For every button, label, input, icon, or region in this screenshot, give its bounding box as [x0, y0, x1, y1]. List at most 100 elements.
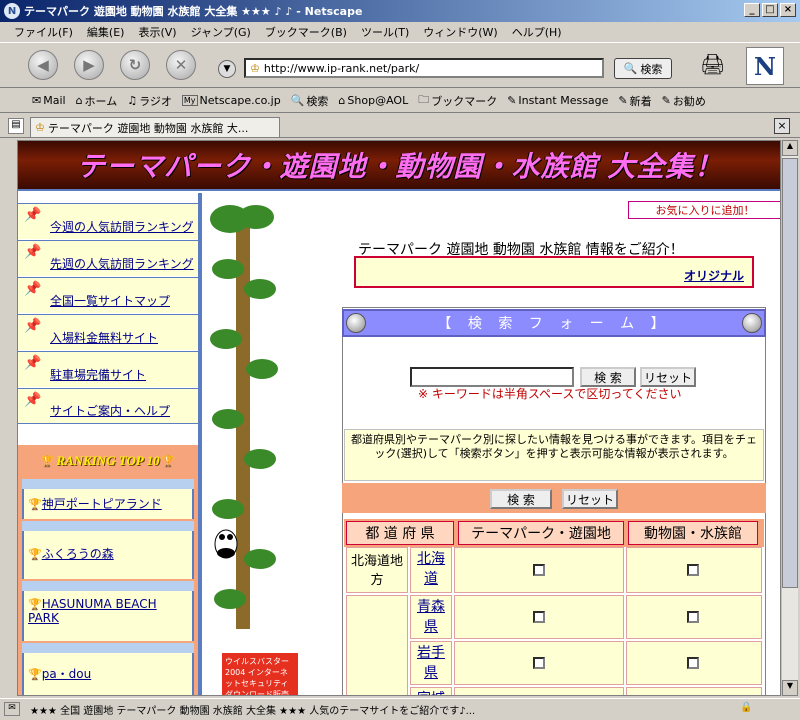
close-tab-button[interactable]: × [774, 118, 790, 134]
prefecture-link[interactable]: 岩手県 [417, 645, 445, 681]
search-form-header: 【 検 索 フ ォ ー ム 】 [342, 309, 766, 337]
menu-bookmarks[interactable]: ブックマーク(B) [265, 24, 347, 40]
history-dropdown-button[interactable]: ▼ [218, 60, 236, 78]
search-submit-button-2[interactable]: 検 索 [490, 489, 552, 509]
ranking-link[interactable]: HASUNUMA BEACH PARK [28, 597, 157, 625]
zoo-checkbox[interactable] [687, 611, 699, 623]
trophy-icon: 🏆 [28, 598, 42, 611]
menu-bar: ファイル(F) 編集(E) 表示(V) ジャンプ(G) ブックマーク(B) ツー… [0, 22, 800, 42]
bookmark-folder[interactable]: 🗀 ブックマーク [418, 91, 497, 110]
sidebar-item-free-admission[interactable]: 📌 入場料金無料サイト [18, 314, 198, 350]
tab-active[interactable]: ♔ テーマパーク 遊園地 動物園 水族館 大... [30, 117, 280, 137]
pushpin-icon: 📌 [24, 281, 42, 297]
ranking-title: RANKING TOP 10 [56, 453, 160, 468]
bookmark-netscape[interactable]: My Netscape.co.jp [181, 94, 281, 107]
header-zoo-aquarium: 動物園・水族館 [628, 521, 758, 545]
sidebar-item-parking[interactable]: 📌 駐車場完備サイト [18, 351, 198, 387]
url-field[interactable]: ♔ http://www.ip-rank.net/park/ [244, 58, 604, 78]
ranking-item[interactable]: 🏆ふくろうの森 [22, 531, 194, 579]
sidebar-link[interactable]: 今週の人気訪問ランキング [50, 218, 194, 235]
sidebar-link[interactable]: 入場料金無料サイト [50, 329, 158, 346]
theme-park-cell [454, 687, 624, 695]
netscape-logo[interactable]: N [746, 47, 784, 85]
zoo-checkbox[interactable] [687, 657, 699, 669]
window-titlebar: N テーマパーク 遊園地 動物園 水族館 大全集 ★★★ ♪ ♪ - Netsc… [0, 0, 800, 22]
theme-park-checkbox[interactable] [533, 564, 545, 576]
keyword-input[interactable] [410, 367, 574, 387]
page-content: テーマパーク・遊園地・動物園・水族館 大全集！ 📌 今週の人気訪問ランキング 📌 先… [17, 140, 781, 696]
ranking-link[interactable]: pa・dou [42, 667, 92, 681]
forward-button[interactable]: ▶ [74, 50, 104, 80]
new-tab-icon[interactable]: ▤ [8, 118, 24, 134]
reload-button[interactable]: ↻ [120, 50, 150, 80]
vertical-scrollbar[interactable]: ▲ ▼ [781, 140, 798, 696]
scroll-thumb[interactable] [782, 158, 798, 588]
bookmark-search[interactable]: 🔍 検索 [291, 93, 329, 109]
theme-park-checkbox[interactable] [533, 657, 545, 669]
close-button[interactable]: × [780, 3, 796, 17]
bookmark-label: ラジオ [139, 94, 172, 108]
search-reset-button[interactable]: リセット [640, 367, 696, 387]
sidebar-item-sitemap[interactable]: 📌 全国一覧サイトマップ [18, 277, 198, 313]
bookmark-mail[interactable]: ✉ Mail [32, 94, 66, 107]
bookmark-shop[interactable]: ⌂ Shop@AOL [338, 94, 408, 107]
scroll-up-icon[interactable]: ▲ [782, 140, 798, 156]
ranking-link[interactable]: 神戸ポートピアランド [42, 497, 162, 511]
bookmark-new[interactable]: ✎ 新着 [618, 93, 651, 109]
ranking-item[interactable]: 🏆HASUNUMA BEACH PARK [22, 591, 194, 641]
back-button[interactable]: ◀ [28, 50, 58, 80]
stop-icon: ✕ [174, 56, 188, 74]
sidebar-link[interactable]: 先週の人気訪問ランキング [50, 255, 194, 272]
maximize-button[interactable]: □ [762, 3, 778, 17]
pushpin-icon: 📌 [24, 207, 42, 223]
banner-title: テーマパーク・遊園地・動物園・水族館 大全集！ [76, 151, 724, 182]
prefecture-link[interactable]: 宮城 [417, 691, 445, 695]
theme-park-cell [454, 641, 624, 685]
sidebar-link[interactable]: 駐車場完備サイト [50, 366, 146, 383]
bookmark-label: ブックマーク [431, 94, 498, 108]
bookmark-label: Mail [43, 94, 66, 107]
prefecture-link[interactable]: 青森県 [417, 599, 445, 635]
ranking-item[interactable]: 🏆pa・dou [22, 653, 194, 695]
menu-file[interactable]: ファイル(F) [14, 24, 73, 40]
site-favicon-icon: ♔ [250, 61, 260, 75]
menu-edit[interactable]: 編集(E) [87, 24, 125, 40]
ranking-link[interactable]: ふくろうの森 [42, 547, 114, 561]
theme-park-checkbox[interactable] [533, 611, 545, 623]
search-button-row [342, 483, 766, 513]
stop-button[interactable]: ✕ [166, 50, 196, 80]
sidebar-item-weekly-ranking[interactable]: 📌 今週の人気訪問ランキング [18, 203, 198, 239]
ad-banner[interactable]: ウイルスバスター2004 インターネットセキュリティ ダウンロード販売 [222, 653, 298, 695]
add-favorite-link[interactable]: お気に入りに追加！ [628, 201, 780, 219]
bookmark-label: ホーム [84, 94, 118, 108]
prefecture-link[interactable]: 北海道 [417, 551, 445, 587]
table-header-row: 都 道 府 県 テーマパーク・遊園地 動物園・水族館 [344, 519, 764, 547]
sidebar-link[interactable]: サイトご案内・ヘルプ [50, 402, 170, 419]
status-bar: ★★★ 全国 遊園地 テーマパーク 動物園 水族館 大全集 ★★★ 人気のテーマ… [0, 698, 800, 720]
header-theme-park: テーマパーク・遊園地 [458, 521, 624, 545]
menu-window[interactable]: ウィンドウ(W) [423, 24, 497, 40]
menu-tools[interactable]: ツール(T) [361, 24, 409, 40]
security-lock-icon[interactable]: 🔒 [740, 702, 754, 716]
mail-status-icon[interactable]: ✉ [4, 702, 20, 716]
sidebar-link[interactable]: 全国一覧サイトマップ [50, 292, 170, 309]
scroll-down-icon[interactable]: ▼ [782, 680, 798, 696]
print-icon[interactable]: 🖨 [700, 52, 730, 78]
search-submit-button[interactable]: 検 索 [580, 367, 636, 387]
search-reset-button-2[interactable]: リセット [562, 489, 618, 509]
sidebar-item-help[interactable]: 📌 サイトご案内・ヘルプ [18, 388, 198, 424]
ranking-item[interactable]: 🏆神戸ポートピアランド [22, 489, 194, 519]
sidebar-item-last-week-ranking[interactable]: 📌 先週の人気訪問ランキング [18, 240, 198, 276]
menu-view[interactable]: 表示(V) [138, 24, 176, 40]
bookmark-recommend[interactable]: ✎ お勧め [662, 93, 706, 109]
bookmark-radio[interactable]: ♫ ラジオ [127, 93, 172, 109]
original-link[interactable]: オリジナル [684, 267, 744, 284]
zoo-checkbox[interactable] [687, 564, 699, 576]
bookmark-instant-message[interactable]: ✎ Instant Message [507, 94, 608, 107]
minimize-button[interactable]: _ [744, 3, 760, 17]
bookmark-home[interactable]: ⌂ ホーム [76, 93, 118, 109]
menu-go[interactable]: ジャンプ(G) [191, 24, 251, 40]
link-icon: ✎ [507, 94, 517, 107]
search-button[interactable]: 🔍 検索 [614, 58, 672, 79]
menu-help[interactable]: ヘルプ(H) [512, 24, 562, 40]
